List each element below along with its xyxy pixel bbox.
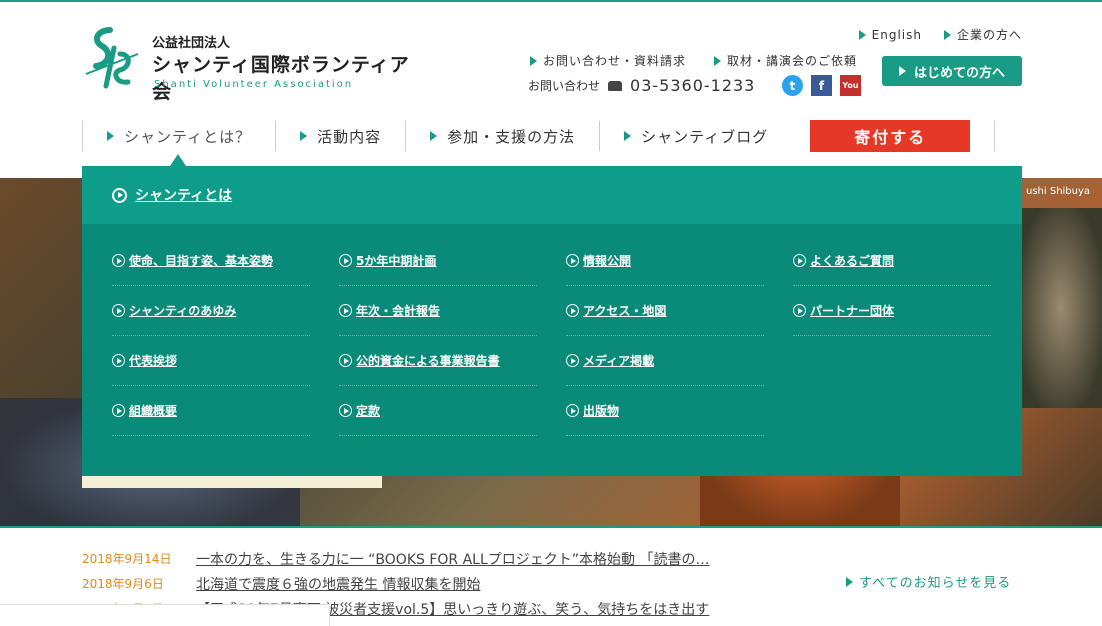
facebook-icon[interactable]: f bbox=[811, 75, 832, 96]
nav-item-blog[interactable]: シャンティブログ bbox=[599, 121, 792, 151]
circle-arrow-icon bbox=[339, 254, 352, 267]
youtube-icon[interactable]: You bbox=[840, 75, 861, 96]
top-links: English 企業の方へ bbox=[858, 26, 1022, 43]
circle-arrow-icon bbox=[566, 304, 579, 317]
press-link[interactable]: 取材・講演会のご依頼 bbox=[714, 52, 857, 69]
circle-arrow-icon bbox=[566, 254, 579, 267]
mega-menu-item[interactable]: 組織概要 bbox=[112, 386, 310, 436]
arrow-right-icon bbox=[943, 29, 951, 40]
arrow-right-icon bbox=[898, 66, 906, 76]
mega-menu-item-label: 5か年中期計画 bbox=[356, 254, 437, 268]
phone-icon bbox=[608, 80, 623, 91]
contact-link[interactable]: お問い合わせ・資料請求 bbox=[530, 52, 686, 69]
first-visit-button[interactable]: はじめての方へ bbox=[882, 56, 1022, 86]
circle-arrow-icon bbox=[339, 404, 352, 417]
nav-item-activities[interactable]: 活動内容 bbox=[275, 121, 405, 151]
mega-menu-item bbox=[793, 386, 991, 436]
corporate-link[interactable]: 企業の方へ bbox=[943, 26, 1022, 43]
nav-item-about[interactable]: シャンティとは？ bbox=[82, 121, 275, 151]
mega-menu-item[interactable]: 5か年中期計画 bbox=[339, 236, 537, 286]
mega-menu-item-label: 年次・会計報告 bbox=[356, 304, 441, 318]
mega-menu-item[interactable]: よくあるご質問 bbox=[793, 236, 991, 286]
org-name: シャンティ国際ボランティア会 bbox=[152, 54, 410, 103]
arrow-right-icon bbox=[430, 131, 438, 141]
mega-menu-item[interactable]: 代表挨拶 bbox=[112, 336, 310, 386]
news-item[interactable]: 2018年9月14日 一本の力を、生きる力に一 “BOOKS FOR ALLプロ… bbox=[82, 546, 709, 571]
org-name-en: Shanti Volunteer Association bbox=[154, 79, 354, 90]
mega-menu-item[interactable]: メディア掲載 bbox=[566, 336, 764, 386]
arrow-right-icon bbox=[846, 576, 853, 587]
phone-contact: お問い合わせ 03-5360-1233 bbox=[528, 76, 755, 95]
circle-arrow-icon bbox=[339, 354, 352, 367]
circle-arrow-icon bbox=[339, 304, 352, 317]
hero-bottom-line bbox=[0, 526, 1102, 528]
arrow-right-icon bbox=[107, 131, 114, 141]
mega-menu-item-label: 定款 bbox=[356, 404, 381, 418]
circle-arrow-icon bbox=[793, 304, 806, 317]
top-accent-line bbox=[0, 0, 1102, 2]
english-link[interactable]: English bbox=[858, 26, 922, 43]
mega-menu-item[interactable]: 定款 bbox=[339, 386, 537, 436]
circle-arrow-icon bbox=[112, 354, 125, 367]
circle-arrow-icon bbox=[566, 404, 579, 417]
nav-item-support[interactable]: 参加・支援の方法 bbox=[405, 121, 599, 151]
mega-menu-item-label: アクセス・地図 bbox=[583, 304, 667, 318]
circle-arrow-icon bbox=[112, 404, 125, 417]
arrow-right-icon bbox=[858, 29, 866, 40]
circle-arrow-icon bbox=[112, 187, 127, 203]
news-title[interactable]: 一本の力を、生きる力に一 “BOOKS FOR ALLプロジェクト”本格始動 「… bbox=[196, 549, 709, 569]
circle-arrow-icon bbox=[566, 354, 579, 367]
mega-menu-item-label: 代表挨拶 bbox=[129, 354, 178, 368]
org-type: 公益社団法人 bbox=[152, 36, 231, 51]
mega-menu-item[interactable]: 使命、目指す姿、基本姿勢 bbox=[112, 236, 310, 286]
mega-menu-item bbox=[793, 336, 991, 386]
mega-menu-item-label: よくあるご質問 bbox=[810, 254, 895, 268]
mega-menu-item[interactable]: アクセス・地図 bbox=[566, 286, 764, 336]
news-title[interactable]: 北海道で震度６強の地震発生 情報収集を開始 bbox=[196, 574, 480, 594]
phone-number[interactable]: 03-5360-1233 bbox=[630, 76, 755, 95]
mega-menu-item[interactable]: 出版物 bbox=[566, 386, 764, 436]
mega-menu-item[interactable]: 情報公開 bbox=[566, 236, 764, 286]
global-nav: シャンティとは？ 活動内容 参加・支援の方法 シャンティブログ 寄付する bbox=[82, 118, 1022, 154]
site-logo[interactable]: 公益社団法人 シャンティ国際ボランティア会 Shanti Volunteer A… bbox=[80, 24, 420, 103]
menu-caret-icon bbox=[170, 154, 186, 166]
mega-menu-item-label: 公的資金による事業報告書 bbox=[356, 354, 500, 368]
social-links: t f You bbox=[782, 75, 861, 96]
phone-label: お問い合わせ bbox=[528, 79, 601, 93]
arrow-right-icon bbox=[300, 131, 308, 141]
photo-credit: ushi Shibuya bbox=[1026, 186, 1091, 197]
circle-arrow-icon bbox=[793, 254, 806, 267]
mega-menu-title: シャンティとは bbox=[135, 188, 233, 204]
mega-menu-item-label: 組織概要 bbox=[129, 404, 178, 418]
circle-arrow-icon bbox=[112, 254, 125, 267]
mega-menu-item-label: 出版物 bbox=[583, 404, 620, 418]
mega-menu-item-label: 使命、目指す姿、基本姿勢 bbox=[129, 254, 274, 268]
mega-menu-item-label: パートナー団体 bbox=[810, 304, 895, 318]
logo-mark-icon bbox=[85, 27, 139, 89]
news-date: 2018年9月6日 bbox=[82, 577, 164, 591]
mega-menu-grid: 使命、目指す姿、基本姿勢 5か年中期計画 情報公開 よくあるご質問シャンティのあゆみ 年… bbox=[112, 236, 1020, 436]
circle-arrow-icon bbox=[112, 304, 125, 317]
mega-menu-item-label: シャンティのあゆみ bbox=[129, 304, 237, 318]
overlay-box bbox=[0, 604, 330, 626]
mega-menu-item-label: 情報公開 bbox=[583, 254, 632, 268]
all-news-link[interactable]: すべてのお知らせを見る bbox=[846, 572, 1011, 591]
mega-menu-item[interactable]: シャンティのあゆみ bbox=[112, 286, 310, 336]
mega-menu-header[interactable]: シャンティとは bbox=[82, 166, 1022, 224]
nav-divider bbox=[994, 121, 996, 151]
mega-menu-item[interactable]: 年次・会計報告 bbox=[339, 286, 537, 336]
arrow-right-icon bbox=[624, 131, 632, 141]
mega-menu-item[interactable]: パートナー団体 bbox=[793, 286, 991, 336]
twitter-icon[interactable]: t bbox=[782, 75, 803, 96]
arrow-right-icon bbox=[714, 55, 722, 66]
mega-menu: シャンティとは 使命、目指す姿、基本姿勢 5か年中期計画 情報公開 よくあるご質問シャ… bbox=[82, 166, 1022, 476]
mega-menu-item-label: メディア掲載 bbox=[583, 354, 655, 368]
news-date: 2018年9月14日 bbox=[82, 552, 172, 566]
mega-menu-item[interactable]: 公的資金による事業報告書 bbox=[339, 336, 537, 386]
donate-button[interactable]: 寄付する bbox=[810, 120, 971, 152]
arrow-right-icon bbox=[530, 55, 537, 66]
news-item[interactable]: 2018年9月6日 北海道で震度６強の地震発生 情報収集を開始 bbox=[82, 571, 709, 596]
mid-links: お問い合わせ・資料請求 取材・講演会のご依頼 bbox=[530, 52, 857, 69]
